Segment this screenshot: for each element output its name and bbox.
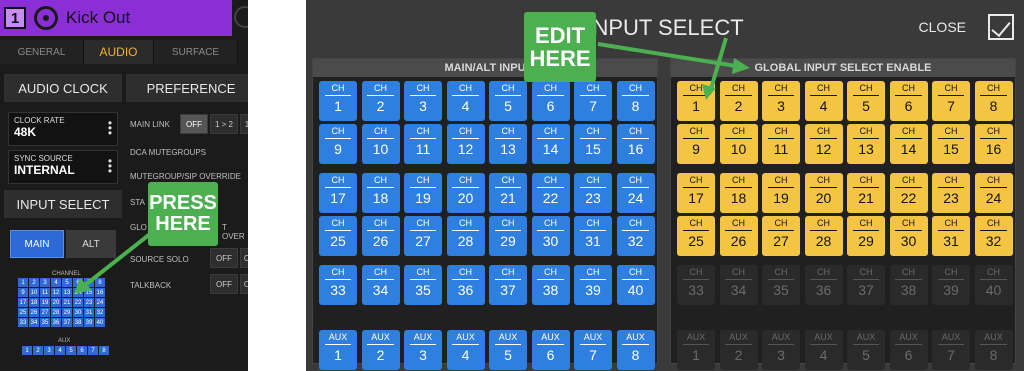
press-arrow-icon <box>74 232 152 294</box>
input-select-window: INPUT SELECT CLOSE MAIN/ALT INPU CH 1 CH 2 C… <box>306 0 1024 371</box>
channel-settings-panel: 1 Kick Out GENERAL AUDIO SURFACE AUDIO C… <box>0 0 248 371</box>
edit-arrow-icon <box>597 37 750 100</box>
